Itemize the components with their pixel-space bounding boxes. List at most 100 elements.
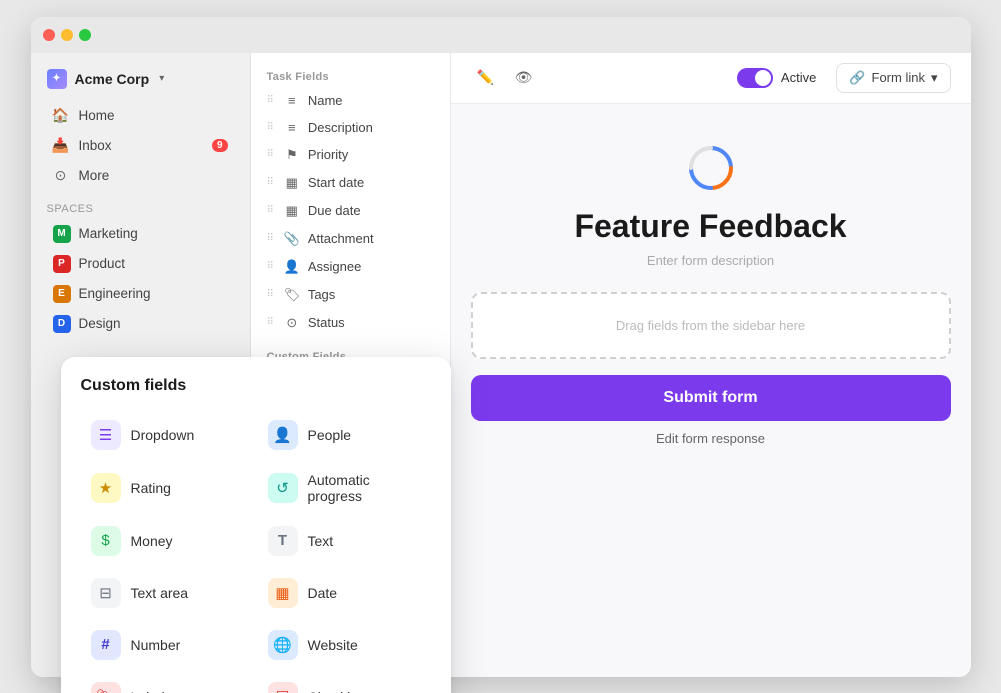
custom-field-auto-progress[interactable]: ↺ Automatic progress <box>258 463 431 513</box>
more-icon: ⊙ <box>53 168 69 184</box>
sidebar-item-inbox[interactable]: 📥 Inbox 9 <box>37 131 244 161</box>
drag-handle-icon: ⠿ <box>267 95 274 106</box>
drag-handle-icon: ⠿ <box>267 261 274 272</box>
custom-field-checkbox[interactable]: ☑ Checkbox <box>258 673 431 693</box>
custom-field-text[interactable]: T Text <box>258 517 431 565</box>
number-icon: # <box>91 630 121 660</box>
custom-field-text-area[interactable]: ⊟ Text area <box>81 569 254 617</box>
field-start-date[interactable]: ⠿ ▦ Start date <box>251 169 450 197</box>
workspace-name: Acme Corp <box>75 71 150 87</box>
form-toolbar: ✏️ 👁 Active 🔗 Form link ▾ <box>451 53 971 104</box>
form-content: Feature Feedback Enter form description … <box>451 104 971 677</box>
status-field-icon: ⊙ <box>284 315 300 331</box>
drag-handle-icon: ⠿ <box>267 205 274 216</box>
field-assignee-label: Assignee <box>308 259 361 274</box>
spaces-label: Spaces <box>31 191 250 219</box>
auto-progress-label: Automatic progress <box>308 472 421 504</box>
space-marketing-label: Marketing <box>79 226 138 241</box>
number-label: Number <box>131 637 181 653</box>
text-label: Text <box>308 533 334 549</box>
sidebar-item-more-label: More <box>79 168 110 183</box>
space-product-label: Product <box>79 256 126 271</box>
rating-icon: ★ <box>91 473 121 503</box>
workspace-header[interactable]: ✦ Acme Corp ▾ <box>31 61 250 101</box>
sidebar-item-marketing[interactable]: M Marketing <box>37 219 244 249</box>
custom-field-dropdown[interactable]: ☰ Dropdown <box>81 411 254 459</box>
sidebar-item-home-label: Home <box>79 108 115 123</box>
drag-handle-icon: ⠿ <box>267 289 274 300</box>
field-due-date-label: Due date <box>308 203 361 218</box>
date-label: Date <box>308 585 338 601</box>
people-icon: 👤 <box>268 420 298 450</box>
sidebar-item-home[interactable]: 🏠 Home <box>37 101 244 131</box>
sidebar-item-product[interactable]: P Product <box>37 249 244 279</box>
field-tags-label: Tags <box>308 287 335 302</box>
custom-fields-popup[interactable]: Custom fields ☰ Dropdown 👤 People ★ Rati… <box>61 357 451 693</box>
edit-button[interactable]: ✏️ <box>471 63 501 93</box>
inbox-icon: 📥 <box>53 138 69 154</box>
custom-field-money[interactable]: $ Money <box>81 517 254 565</box>
edit-response-link[interactable]: Edit form response <box>656 431 765 446</box>
drag-handle-icon: ⠿ <box>267 177 274 188</box>
field-due-date[interactable]: ⠿ ▦ Due date <box>251 197 450 225</box>
loading-spinner <box>687 144 735 192</box>
dropdown-icon: ☰ <box>91 420 121 450</box>
field-attachment-label: Attachment <box>308 231 374 246</box>
field-name-label: Name <box>308 93 343 108</box>
form-link-button[interactable]: 🔗 Form link ▾ <box>836 63 950 93</box>
custom-field-labels[interactable]: 🏷 Labels <box>81 673 254 693</box>
minimize-button[interactable] <box>61 29 73 41</box>
website-icon: 🌐 <box>268 630 298 660</box>
active-toggle[interactable] <box>737 68 773 88</box>
field-assignee[interactable]: ⠿ 👤 Assignee <box>251 253 450 281</box>
close-button[interactable] <box>43 29 55 41</box>
engineering-icon: E <box>53 285 71 303</box>
field-attachment[interactable]: ⠿ 📎 Attachment <box>251 225 450 253</box>
start-date-field-icon: ▦ <box>284 175 300 191</box>
drag-handle-icon: ⠿ <box>267 233 274 244</box>
drag-handle-icon: ⠿ <box>267 149 274 160</box>
field-status[interactable]: ⠿ ⊙ Status <box>251 309 450 337</box>
field-name[interactable]: ⠿ ≡ Name <box>251 87 450 114</box>
text-icon: T <box>268 526 298 556</box>
space-engineering-label: Engineering <box>79 286 151 301</box>
form-area: ✏️ 👁 Active 🔗 Form link ▾ <box>451 53 971 677</box>
link-icon: 🔗 <box>849 70 865 86</box>
money-label: Money <box>131 533 173 549</box>
drop-zone[interactable]: Drag fields from the sidebar here <box>471 292 951 359</box>
field-description[interactable]: ⠿ ≡ Description <box>251 114 450 141</box>
name-field-icon: ≡ <box>284 93 300 108</box>
sidebar-item-inbox-label: Inbox <box>79 138 112 153</box>
sidebar-item-engineering[interactable]: E Engineering <box>37 279 244 309</box>
sidebar-item-more[interactable]: ⊙ More <box>37 161 244 191</box>
form-title: Feature Feedback <box>574 208 846 245</box>
maximize-button[interactable] <box>79 29 91 41</box>
preview-button[interactable]: 👁 <box>509 63 539 93</box>
field-priority[interactable]: ⠿ ⚑ Priority <box>251 141 450 169</box>
drop-zone-text: Drag fields from the sidebar here <box>616 318 805 333</box>
custom-field-website[interactable]: 🌐 Website <box>258 621 431 669</box>
custom-field-rating[interactable]: ★ Rating <box>81 463 254 513</box>
product-icon: P <box>53 255 71 273</box>
toggle-knob <box>755 70 771 86</box>
form-description: Enter form description <box>647 253 774 268</box>
field-priority-label: Priority <box>308 147 348 162</box>
custom-field-number[interactable]: # Number <box>81 621 254 669</box>
checkbox-icon: ☑ <box>268 682 298 693</box>
custom-field-date[interactable]: ▦ Date <box>258 569 431 617</box>
popup-title: Custom fields <box>81 377 431 395</box>
sidebar-item-design[interactable]: D Design <box>37 309 244 339</box>
submit-button[interactable]: Submit form <box>471 375 951 421</box>
marketing-icon: M <box>53 225 71 243</box>
edit-icon: ✏️ <box>477 69 494 86</box>
inbox-badge: 9 <box>212 139 228 152</box>
field-status-label: Status <box>308 315 345 330</box>
checkbox-label: Checkbox <box>308 689 370 693</box>
website-label: Website <box>308 637 358 653</box>
priority-field-icon: ⚑ <box>284 147 300 163</box>
titlebar <box>31 17 971 53</box>
workspace-icon: ✦ <box>47 69 67 89</box>
field-tags[interactable]: ⠿ 🏷 Tags <box>251 281 450 309</box>
chevron-down-icon: ▾ <box>159 73 164 84</box>
custom-field-people[interactable]: 👤 People <box>258 411 431 459</box>
